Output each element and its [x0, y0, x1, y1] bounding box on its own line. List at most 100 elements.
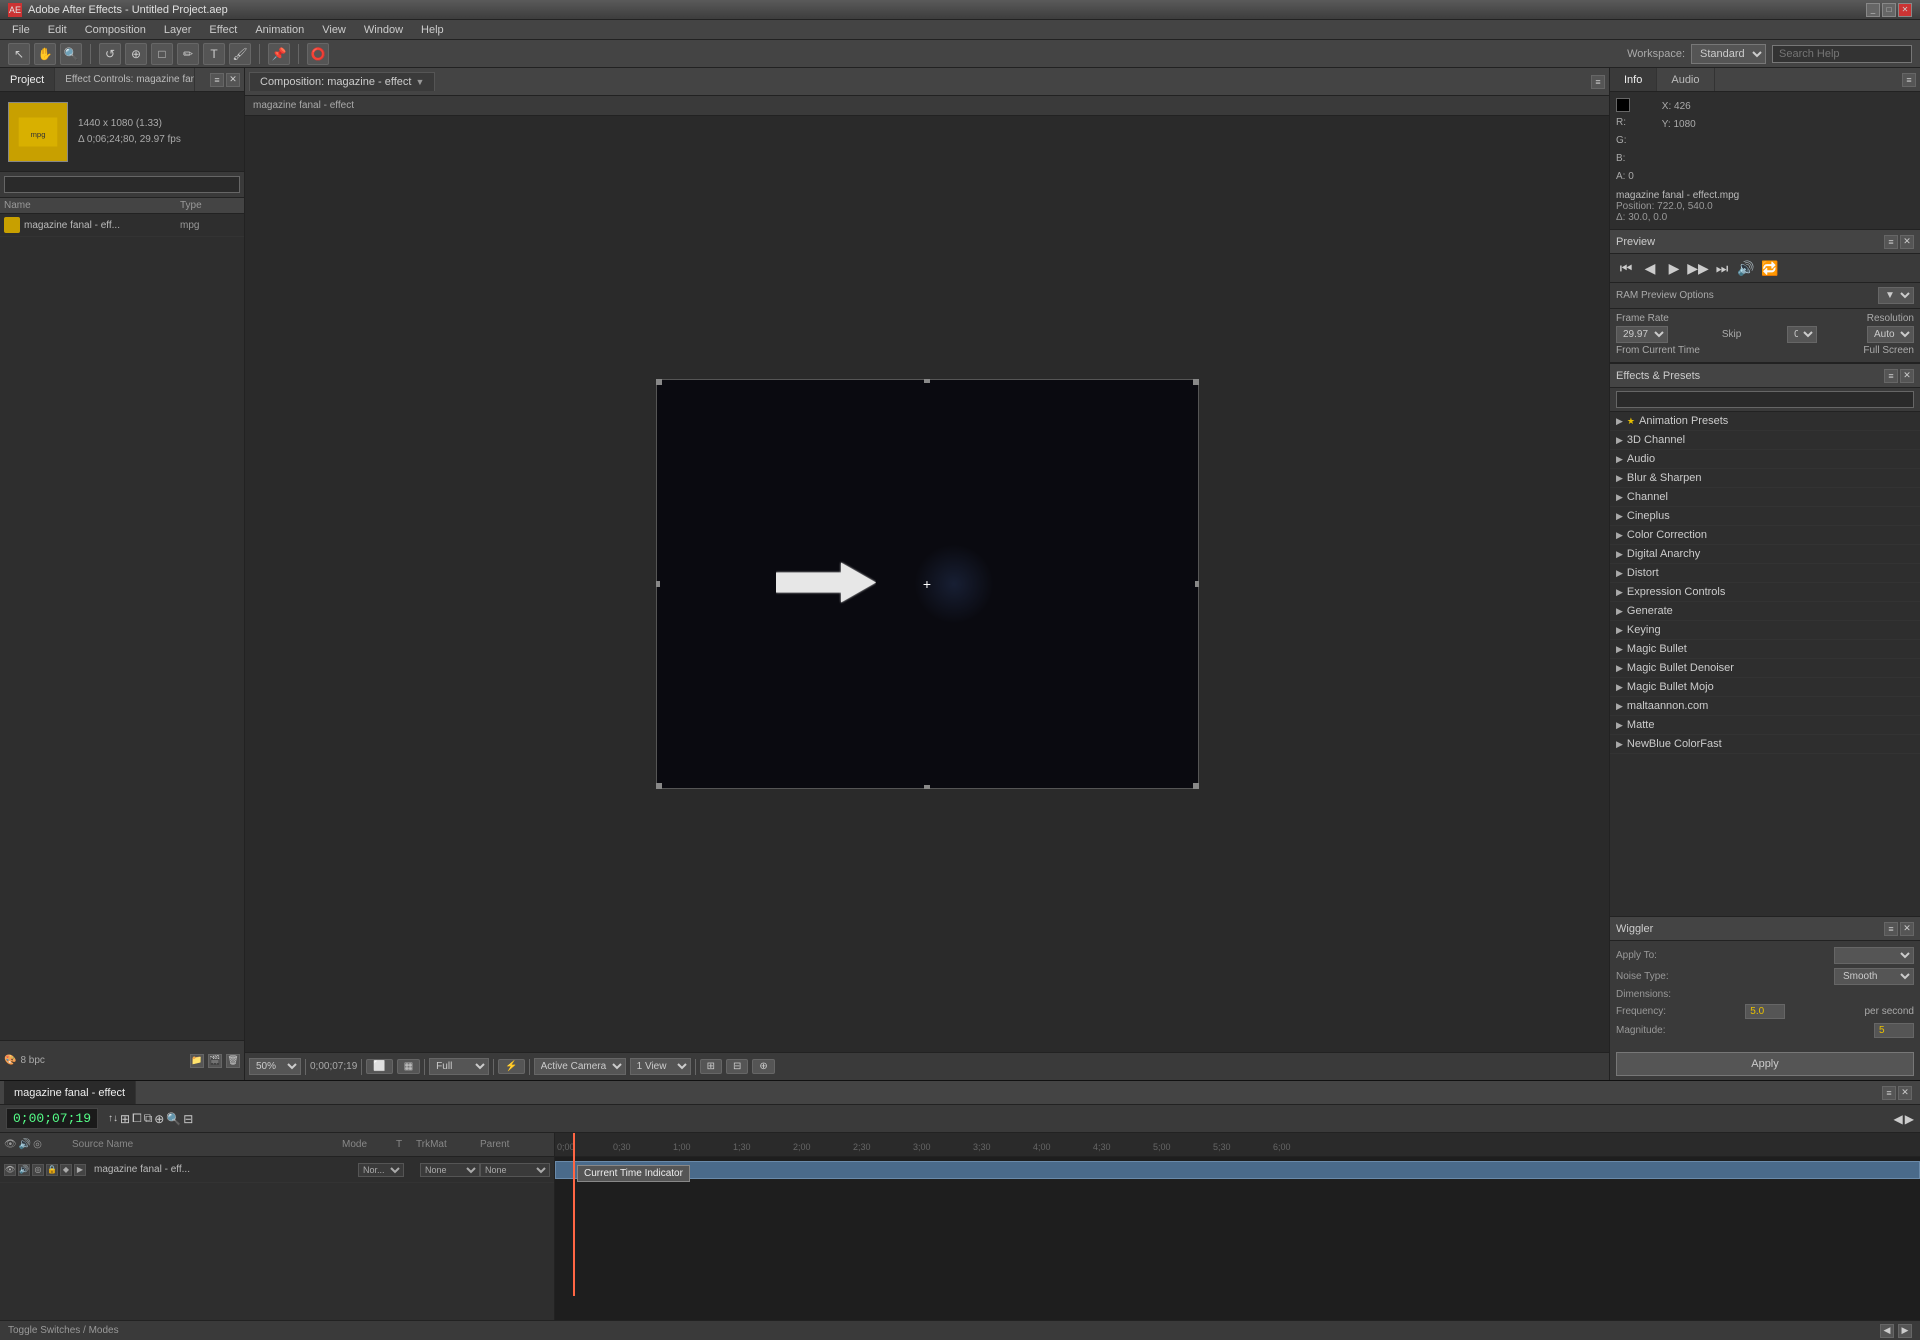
tl-btn-7[interactable]: ⊟ — [183, 1111, 193, 1126]
tab-project[interactable]: Project — [0, 68, 55, 91]
toolbar-select-tool[interactable]: ↖ — [8, 43, 30, 65]
tl-btn-3[interactable]: ⧠ — [132, 1111, 142, 1126]
collapse-toggle[interactable]: ▶ — [74, 1164, 86, 1176]
menu-window[interactable]: Window — [356, 22, 411, 38]
tl-btn-2[interactable]: ⊞ — [120, 1111, 130, 1126]
effect-category-cineplus[interactable]: ▶ Cineplus — [1610, 507, 1920, 526]
wiggler-menu[interactable]: ≡ — [1884, 922, 1898, 936]
delete-btn[interactable]: 🗑 — [226, 1054, 240, 1068]
comp-tab-close[interactable]: ▼ — [415, 77, 424, 87]
list-item[interactable]: magazine fanal - eff... mpg — [0, 214, 244, 237]
fast-previews-btn[interactable]: ⚡ — [498, 1059, 524, 1074]
effect-category-3d-channel[interactable]: ▶ 3D Channel — [1610, 431, 1920, 450]
tab-info[interactable]: Info — [1610, 68, 1657, 91]
tl-right-btn-2[interactable]: ▶ — [1905, 1112, 1914, 1126]
resolution-select[interactable]: Auto Full Half — [1867, 326, 1914, 343]
menu-animation[interactable]: Animation — [247, 22, 312, 38]
toolbar-brush-tool[interactable]: 🖌 — [229, 43, 251, 65]
tl-btn-6[interactable]: 🔍 — [166, 1111, 181, 1126]
effect-category-audio[interactable]: ▶ Audio — [1610, 450, 1920, 469]
tl-btn-1[interactable]: ↑↓ — [108, 1111, 118, 1126]
zoom-select[interactable]: 50% 100% 25% — [249, 1058, 301, 1075]
effect-category-blur-sharpen[interactable]: ▶ Blur & Sharpen — [1610, 469, 1920, 488]
skip-select[interactable]: 0 — [1787, 326, 1817, 343]
transparency-btn[interactable]: ▦ — [397, 1059, 420, 1074]
wiggler-close[interactable]: ✕ — [1900, 922, 1914, 936]
toolbar-zoom-tool[interactable]: 🔍 — [60, 43, 82, 65]
toolbar-pen-tool[interactable]: ✏ — [177, 43, 199, 65]
toolbar-rotate-tool[interactable]: ↺ — [99, 43, 121, 65]
preview-panel-close[interactable]: ✕ — [1900, 235, 1914, 249]
menu-view[interactable]: View — [314, 22, 354, 38]
magnitude-input[interactable] — [1874, 1023, 1914, 1038]
effects-panel-menu[interactable]: ≡ — [1884, 369, 1898, 383]
preview-next-frame[interactable]: ▶▶ — [1688, 258, 1708, 278]
search-help-input[interactable] — [1772, 45, 1912, 63]
effect-category-distort[interactable]: ▶ Distort — [1610, 564, 1920, 583]
toolbar-text-tool[interactable]: T — [203, 43, 225, 65]
timeline-panel-close[interactable]: ✕ — [1898, 1086, 1912, 1100]
apply-button[interactable]: Apply — [1616, 1052, 1914, 1076]
noise-type-select[interactable]: Smooth Jagged — [1834, 968, 1914, 985]
bottom-nav-left[interactable]: ◀ — [1880, 1324, 1894, 1338]
pixel-aspect-btn[interactable]: ⊟ — [726, 1059, 748, 1074]
toolbar-pin-tool[interactable]: 📌 — [268, 43, 290, 65]
quality-select[interactable]: Full Half Quarter — [429, 1058, 489, 1075]
preview-panel-menu[interactable]: ≡ — [1884, 235, 1898, 249]
layer-parent-select[interactable]: None — [480, 1163, 550, 1177]
region-of-interest-btn[interactable]: ⬜ — [366, 1059, 392, 1074]
preview-prev-frame[interactable]: ◀ — [1640, 258, 1660, 278]
comp-viewer-tab[interactable]: Composition: magazine - effect ▼ — [249, 72, 435, 91]
menu-file[interactable]: File — [4, 22, 38, 38]
panel-menu-btn[interactable]: ≡ — [210, 73, 224, 87]
toolbar-anchor-tool[interactable]: ⊕ — [125, 43, 147, 65]
effect-category-expression-controls[interactable]: ▶ Expression Controls — [1610, 583, 1920, 602]
effect-category-generate[interactable]: ▶ Generate — [1610, 602, 1920, 621]
layer-trkmat-select[interactable]: None — [420, 1163, 480, 1177]
new-comp-btn[interactable]: 🎬 — [208, 1054, 222, 1068]
view-select[interactable]: 1 View 2 Views — [630, 1058, 691, 1075]
menu-composition[interactable]: Composition — [77, 22, 154, 38]
effects-panel-close[interactable]: ✕ — [1900, 369, 1914, 383]
effect-category-newblue-colorfast[interactable]: ▶ NewBlue ColorFast — [1610, 735, 1920, 754]
frequency-input[interactable]: 5.0 — [1745, 1004, 1785, 1019]
menu-edit[interactable]: Edit — [40, 22, 75, 38]
lock-toggle[interactable]: 🔒 — [46, 1164, 58, 1176]
minimize-button[interactable]: _ — [1866, 3, 1880, 17]
effect-category-color-correction[interactable]: ▶ Color Correction — [1610, 526, 1920, 545]
bottom-nav-right[interactable]: ▶ — [1898, 1324, 1912, 1338]
toolbar-shape-tool[interactable]: □ — [151, 43, 173, 65]
shy-toggle[interactable]: ◆ — [60, 1164, 72, 1176]
audio-toggle[interactable]: 🔊 — [18, 1164, 30, 1176]
panel-close-btn[interactable]: ✕ — [226, 73, 240, 87]
layer-track-bar[interactable] — [555, 1161, 1920, 1179]
tl-btn-5[interactable]: ⊕ — [154, 1111, 164, 1126]
toolbar-roto-tool[interactable]: ⭕ — [307, 43, 329, 65]
tl-btn-4[interactable]: ⧉ — [144, 1111, 153, 1126]
preview-first-frame[interactable]: ⏮ — [1616, 258, 1636, 278]
effect-category-magic-bullet-mojo[interactable]: ▶ Magic Bullet Mojo — [1610, 678, 1920, 697]
effects-search-input[interactable] — [1616, 391, 1914, 408]
viewer-area[interactable]: + — [245, 116, 1609, 1052]
effect-category-digital-anarchy[interactable]: ▶ Digital Anarchy — [1610, 545, 1920, 564]
effect-category-keying[interactable]: ▶ Keying — [1610, 621, 1920, 640]
info-panel-menu[interactable]: ≡ — [1902, 73, 1916, 87]
visibility-toggle[interactable]: 👁 — [4, 1164, 16, 1176]
layer-mode-select[interactable]: Nor... Add — [358, 1163, 404, 1177]
preview-loop-btn[interactable]: 🔁 — [1760, 258, 1780, 278]
comp-panel-menu[interactable]: ≡ — [1591, 75, 1605, 89]
apply-to-select[interactable] — [1834, 947, 1914, 964]
effect-category-matte[interactable]: ▶ Matte — [1610, 716, 1920, 735]
timeline-panel-menu[interactable]: ≡ — [1882, 1086, 1896, 1100]
solo-toggle[interactable]: ◎ — [32, 1164, 44, 1176]
restore-button[interactable]: □ — [1882, 3, 1896, 17]
exposure-btn[interactable]: ⊕ — [752, 1059, 774, 1074]
toolbar-hand-tool[interactable]: ✋ — [34, 43, 56, 65]
close-button[interactable]: ✕ — [1898, 3, 1912, 17]
preview-last-frame[interactable]: ⏭ — [1712, 258, 1732, 278]
camera-select[interactable]: Active Camera — [534, 1058, 626, 1075]
menu-effect[interactable]: Effect — [201, 22, 245, 38]
effect-category-channel[interactable]: ▶ Channel — [1610, 488, 1920, 507]
effect-category-maltaannon[interactable]: ▶ maltaannon.com — [1610, 697, 1920, 716]
frame-rate-select[interactable]: 29.97 24 30 — [1616, 326, 1668, 343]
